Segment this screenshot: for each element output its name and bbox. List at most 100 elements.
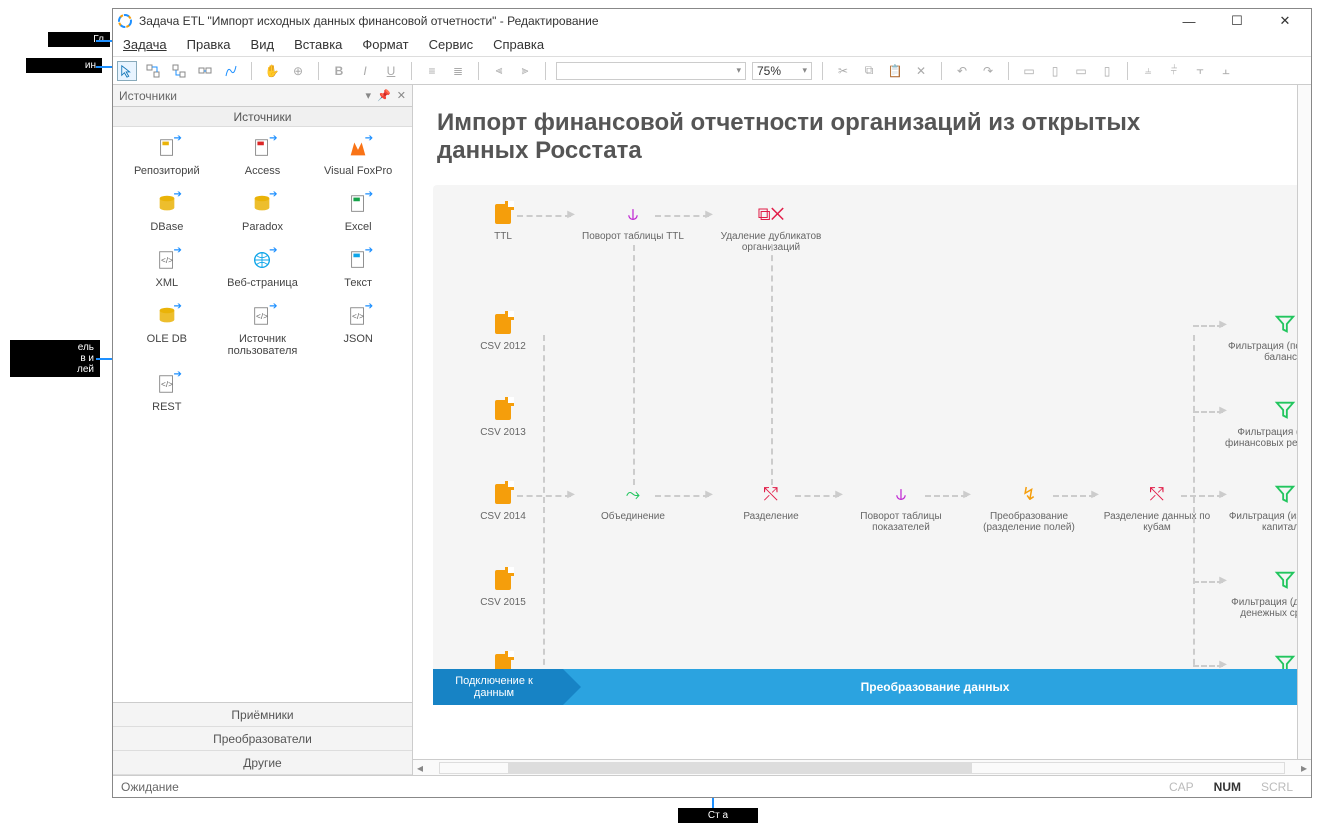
source-item-6[interactable]: </>➔XML [121, 247, 213, 289]
align-tool-3[interactable]: ⫟ [1190, 61, 1210, 81]
node-csv2012[interactable]: CSV 2012 [443, 313, 563, 352]
align-tool-2[interactable]: ⫩ [1164, 61, 1184, 81]
source-label: Текст [344, 277, 372, 289]
menu-help[interactable]: Справка [483, 33, 554, 56]
panel-pin-icon[interactable]: 📌 [377, 89, 391, 102]
arrow [1181, 495, 1223, 497]
source-item-3[interactable]: ➔DBase [121, 191, 213, 233]
source-item-12[interactable]: </>➔REST [121, 371, 213, 413]
source-icon: </>➔ [345, 303, 371, 329]
arrow [1193, 335, 1195, 675]
node-csv2013[interactable]: CSV 2013 [443, 399, 563, 438]
tool-curve[interactable] [221, 61, 241, 81]
source-item-0[interactable]: ➔Репозиторий [121, 135, 213, 177]
menu-view[interactable]: Вид [241, 33, 285, 56]
tool-connect-2[interactable] [169, 61, 189, 81]
paste-button[interactable]: 📋 [885, 61, 905, 81]
side-panel: Источники ▾ 📌 ✕ Источники ➔Репозиторий➔A… [113, 85, 413, 775]
source-label: Access [245, 165, 280, 177]
node-pivot-ind[interactable]: ⫝Поворот таблицы показателей [841, 483, 961, 533]
cut-button[interactable]: ✂ [833, 61, 853, 81]
source-item-7[interactable]: ➔Веб-страница [217, 247, 309, 289]
canvas[interactable]: Импорт финансовой отчетности организаций… [413, 85, 1311, 759]
arrow [1193, 411, 1223, 413]
vertical-scrollbar[interactable] [1297, 85, 1311, 759]
node-cube-split[interactable]: ⤲Разделение данных по кубам [1097, 483, 1217, 533]
panel-close-icon[interactable]: ✕ [397, 89, 406, 102]
side-tab-other[interactable]: Другие [113, 751, 412, 775]
status-scrl: SCRL [1251, 780, 1303, 794]
source-label: Excel [345, 221, 372, 233]
node-csv2015[interactable]: CSV 2015 [443, 569, 563, 608]
menu-service[interactable]: Сервис [419, 33, 484, 56]
align-right[interactable]: ⫸ [515, 61, 535, 81]
underline-button[interactable]: U [381, 61, 401, 81]
source-label: REST [152, 401, 181, 413]
align-left[interactable]: ⫷ [489, 61, 509, 81]
diagram: TTL CSV 2012 CSV 2013 CSV 2014 CSV 2015 … [433, 185, 1307, 705]
side-tab-receivers[interactable]: Приёмники [113, 703, 412, 727]
layout-1[interactable]: ▭ [1019, 61, 1039, 81]
source-item-8[interactable]: ➔Текст [312, 247, 404, 289]
italic-button[interactable]: I [355, 61, 375, 81]
callout-status: Ст а [678, 808, 758, 823]
source-label: Источникпользователя [228, 333, 298, 357]
arrow [1193, 581, 1223, 583]
arrow [925, 495, 967, 497]
maximize-button[interactable]: ☐ [1221, 11, 1253, 31]
list-number[interactable]: ≣ [448, 61, 468, 81]
menu-insert[interactable]: Вставка [284, 33, 352, 56]
source-item-5[interactable]: ➔Excel [312, 191, 404, 233]
body: Источники ▾ 📌 ✕ Источники ➔Репозиторий➔A… [113, 85, 1311, 775]
source-icon: ➔ [249, 247, 275, 273]
arrow [517, 215, 571, 217]
redo-button[interactable]: ↷ [978, 61, 998, 81]
layout-4[interactable]: ▯ [1097, 61, 1117, 81]
svg-text:</>: </> [161, 380, 173, 389]
minimize-button[interactable]: — [1173, 11, 1205, 31]
bold-button[interactable]: B [329, 61, 349, 81]
menu-task[interactable]: Задача [113, 33, 177, 56]
source-item-1[interactable]: ➔ Access [217, 135, 309, 177]
status-num: NUM [1204, 780, 1251, 794]
source-item-4[interactable]: ➔Paradox [217, 191, 309, 233]
font-combo[interactable]: ▾ [556, 62, 746, 80]
panel-menu-icon[interactable]: ▾ [366, 89, 372, 102]
align-tool-1[interactable]: ⫨ [1138, 61, 1158, 81]
close-button[interactable]: ✕ [1269, 11, 1301, 31]
node-csv2014[interactable]: CSV 2014 [443, 483, 563, 522]
layout-2[interactable]: ▯ [1045, 61, 1065, 81]
pan-tool[interactable]: ✋ [262, 61, 282, 81]
zoom-combo[interactable]: 75%▾ [752, 62, 812, 80]
source-item-9[interactable]: ➔OLE DB [121, 303, 213, 357]
source-label: Visual FoxPro [324, 165, 392, 177]
menu-edit[interactable]: Правка [177, 33, 241, 56]
side-subheader[interactable]: Источники [113, 107, 412, 127]
zoom-tool[interactable]: ⊕ [288, 61, 308, 81]
tool-connect-3[interactable] [195, 61, 215, 81]
align-tool-4[interactable]: ⫠ [1216, 61, 1236, 81]
copy-button[interactable]: ⧉ [859, 61, 879, 81]
tool-connect-1[interactable] [143, 61, 163, 81]
source-label: OLE DB [147, 333, 187, 345]
node-ttl[interactable]: TTL [443, 203, 563, 242]
source-item-10[interactable]: </>➔Источникпользователя [217, 303, 309, 357]
node-pivot-ttl[interactable]: ⫝Поворот таблицы TTL [573, 203, 693, 242]
source-item-11[interactable]: </>➔JSON [312, 303, 404, 357]
node-transform[interactable]: ↯Преобразование (разделение полей) [969, 483, 1089, 533]
list-bullet[interactable]: ≡ [422, 61, 442, 81]
svg-text:</>: </> [257, 312, 269, 321]
bottom-band: Подключение к данным Преобразование данн… [433, 669, 1307, 705]
source-item-2[interactable]: ➔Visual FoxPro [312, 135, 404, 177]
source-icon: ➔ [249, 135, 275, 161]
undo-button[interactable]: ↶ [952, 61, 972, 81]
status-text: Ожидание [121, 780, 179, 794]
node-split[interactable]: ⤲Разделение [711, 483, 831, 522]
delete-button[interactable]: ✕ [911, 61, 931, 81]
pointer-tool[interactable] [117, 61, 137, 81]
side-tab-transformers[interactable]: Преобразователи [113, 727, 412, 751]
layout-3[interactable]: ▭ [1071, 61, 1091, 81]
horizontal-scrollbar[interactable]: ◂ ▸ [413, 759, 1311, 775]
menu-format[interactable]: Формат [352, 33, 418, 56]
node-union[interactable]: ⤳Объединение [573, 483, 693, 522]
